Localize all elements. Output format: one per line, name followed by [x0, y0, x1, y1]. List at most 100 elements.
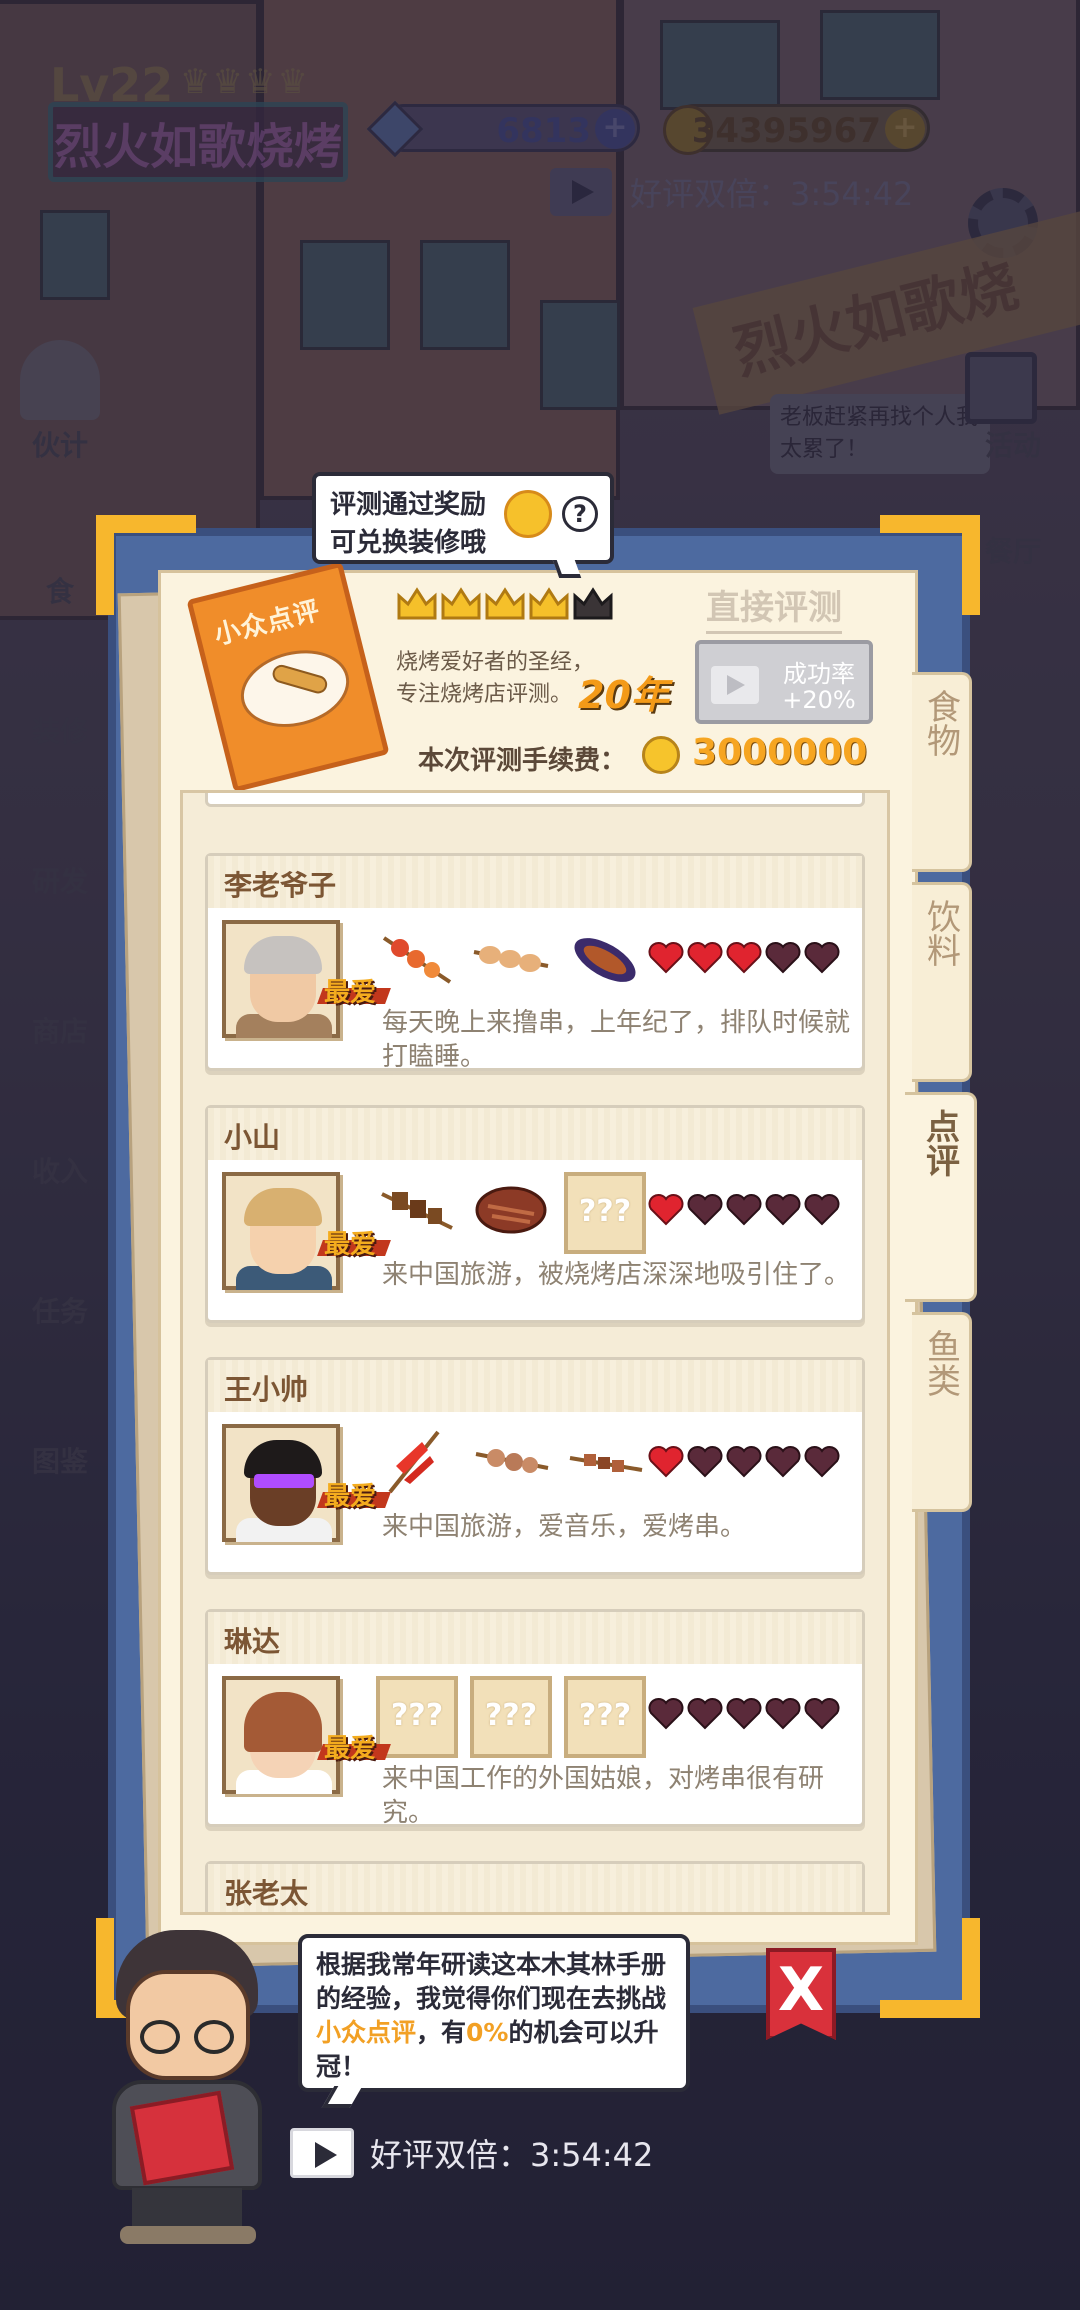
reward-tooltip: 评测通过奖励 可兑换装修哦 ? — [312, 472, 614, 564]
reviewer-card[interactable]: 王小帅 最爱 来中国旅游，爱音乐，爱烤串。 — [205, 1357, 865, 1575]
heart-empty-icon — [765, 1446, 801, 1478]
video-play-icon — [711, 666, 759, 704]
grilled-fish-icon — [574, 938, 636, 982]
skewer-meat-long-icon — [569, 1454, 643, 1472]
direct-evaluate-link[interactable]: 直接评测 — [706, 580, 842, 634]
reviewer-name: 张老太 — [208, 1864, 862, 1912]
crown-icon — [396, 586, 438, 622]
reviewer-name: 琳达 — [208, 1612, 862, 1664]
help-icon[interactable]: ? — [562, 496, 598, 532]
heart-empty-icon — [726, 1698, 762, 1730]
advisor-highlight-pct: 0% — [466, 2018, 509, 2047]
advisor-character — [92, 1930, 282, 2250]
success-rate-video-button[interactable]: 成功率 +20% — [695, 640, 873, 724]
skewer-meat-small-icon — [475, 1449, 549, 1473]
frame-corner — [880, 1918, 980, 2018]
heart-full-icon — [726, 942, 762, 974]
frame-corner — [880, 515, 980, 615]
reviewer-avatar — [222, 1676, 340, 1794]
heart-rating — [648, 1192, 840, 1226]
unknown-item-slot: ??? — [564, 1172, 646, 1254]
crown-rating — [396, 586, 614, 622]
list-item-partial — [205, 793, 865, 807]
advisor-speech-bubble: 根据我常年研读这本木其林手册的经验，我觉得你们现在去挑战小众点评，有0%的机会可… — [298, 1934, 690, 2092]
crown-icon — [484, 586, 526, 622]
heart-full-icon — [648, 942, 684, 974]
reviewer-card[interactable]: 李老爷子 最爱 每天晚上来撸串，上年纪了，排队时候就打瞌睡。 — [205, 853, 865, 1072]
heart-empty-icon — [687, 1194, 723, 1226]
video-play-icon — [290, 2128, 354, 2178]
reviewer-name: 王小帅 — [208, 1360, 862, 1412]
heart-empty-icon — [804, 1698, 840, 1730]
reviewer-avatar — [222, 1424, 340, 1542]
good-review-double-text: 好评双倍：3:54:42 — [370, 2136, 654, 2174]
heart-empty-icon — [765, 1194, 801, 1226]
glasses-icon — [140, 2020, 180, 2054]
fee-label: 本次评测手续费： — [418, 746, 627, 776]
crown-icon — [440, 586, 482, 622]
favorite-badge: 最爱 — [324, 1224, 376, 1261]
reviewer-desc: 每天晚上来撸串，上年纪了，排队时候就打瞌睡。 — [382, 1008, 851, 1072]
heart-empty-icon — [765, 1698, 801, 1730]
reviewer-card[interactable]: 小山 ??? 最爱 来中国旅游，被烧烤店深深地吸引住了。 — [205, 1105, 865, 1323]
reviewer-card[interactable]: 琳达 ??? ??? ??? 最爱 来中国工作的外国姑娘，对烤串很有研究。 — [205, 1609, 865, 1828]
tooltip-line1: 评测通过奖励 — [330, 490, 487, 520]
rate-bonus: +20% — [782, 686, 856, 714]
steak-icon — [475, 1186, 547, 1234]
reviewer-name: 小山 — [208, 1108, 862, 1160]
reviewer-desc: 来中国旅游，爱音乐，爱烤串。 — [382, 1512, 747, 1542]
guide-desc-line1: 烧烤爱好者的圣经， — [396, 650, 595, 675]
heart-rating — [648, 940, 840, 974]
fee-value: 3000000 — [692, 732, 868, 773]
reviewer-card[interactable]: 张老太 — [205, 1861, 865, 1912]
unknown-item-slot: ??? — [470, 1676, 552, 1758]
reviewer-desc: 来中国工作的外国姑娘，对烤串很有研究。 — [382, 1764, 825, 1828]
heart-empty-icon — [687, 1698, 723, 1730]
medal-icon — [504, 490, 552, 538]
heart-full-icon — [687, 942, 723, 974]
tooltip-line2: 可兑换装修哦 — [330, 528, 487, 558]
crown-icon — [528, 586, 570, 622]
sunglasses-icon — [254, 1474, 314, 1488]
red-book-icon — [129, 2090, 235, 2186]
reviewer-avatar — [222, 1172, 340, 1290]
good-review-double-button[interactable]: 好评双倍：3:54:42 — [290, 2128, 653, 2178]
reviewer-desc: 来中国旅游，被烧烤店深深地吸引住了。 — [382, 1260, 851, 1290]
favorite-badge: 最爱 — [324, 1728, 376, 1765]
heart-rating — [648, 1444, 840, 1478]
skewer-balls-icon — [473, 946, 549, 972]
heart-empty-icon — [765, 942, 801, 974]
heart-empty-icon — [726, 1446, 762, 1478]
heart-empty-icon — [687, 1446, 723, 1478]
heart-empty-icon — [726, 1194, 762, 1226]
advisor-text-b: ，有 — [416, 2018, 467, 2047]
frame-corner — [96, 515, 196, 615]
plate-icon — [232, 639, 358, 738]
favorite-badge: 最爱 — [324, 972, 376, 1009]
coin-icon — [642, 736, 680, 774]
tab-review-label: 点评 — [919, 1109, 960, 1177]
unknown-item-slot: ??? — [564, 1676, 646, 1758]
advisor-text-a: 根据我常年研读这本木其林手册的经验，我觉得你们现在去挑战 — [316, 1950, 667, 2013]
glasses-icon — [194, 2020, 234, 2054]
tab-review[interactable]: 点评 — [905, 1092, 977, 1302]
tab-fish-label: 鱼类 — [920, 1329, 961, 1397]
rate-label: 成功率 — [783, 660, 855, 688]
reviewer-avatar — [222, 920, 340, 1038]
tab-drink-label: 饮料 — [920, 899, 961, 967]
favorite-badge: 最爱 — [324, 1476, 376, 1513]
guide-years: 20年 — [578, 673, 669, 717]
tab-food-label: 食物 — [920, 689, 961, 757]
crown-empty-icon — [572, 586, 614, 622]
tab-food[interactable]: 食物 — [912, 672, 972, 872]
reviewer-list[interactable]: 李老爷子 最爱 每天晚上来撸串，上年纪了，排队时候就打瞌睡。 小山 ??? 最爱… — [180, 790, 890, 1915]
heart-full-icon — [648, 1194, 684, 1226]
reviewer-name: 李老爷子 — [208, 856, 862, 908]
heart-full-icon — [648, 1446, 684, 1478]
heart-empty-icon — [804, 1194, 840, 1226]
heart-empty-icon — [648, 1698, 684, 1730]
tab-drink[interactable]: 饮料 — [912, 882, 972, 1082]
tab-fish[interactable]: 鱼类 — [912, 1312, 972, 1512]
heart-rating — [648, 1696, 840, 1730]
heart-empty-icon — [804, 1446, 840, 1478]
